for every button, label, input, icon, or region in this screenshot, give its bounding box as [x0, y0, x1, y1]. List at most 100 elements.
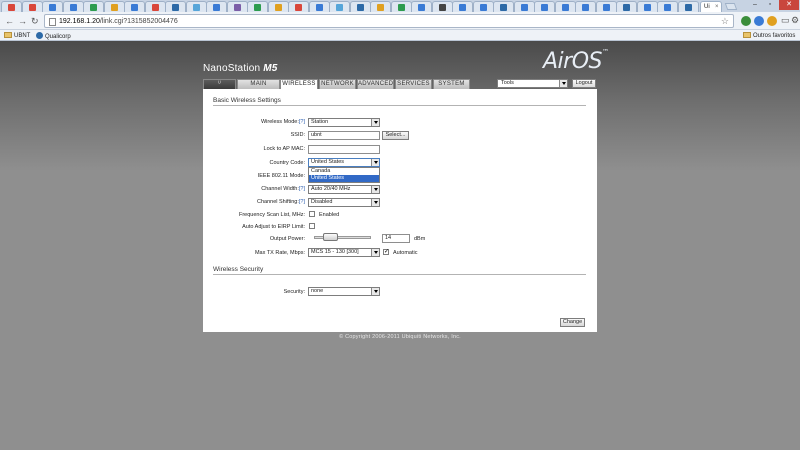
browser-tab[interactable]	[349, 1, 371, 12]
channel-width-select[interactable]: Auto 20/40 MHz	[308, 185, 380, 194]
max-tx-rate-select[interactable]: MCS 15 - 130 [300]	[308, 248, 380, 257]
channel-shifting-select[interactable]: Disabled	[308, 198, 380, 207]
tab-favicon-icon	[438, 4, 446, 11]
lock-ap-mac-label: Lock to AP MAC:	[263, 146, 305, 152]
address-bar[interactable]: 192.168.1.20/link.cgi?1315852004476 ☆	[44, 14, 734, 28]
reload-icon[interactable]: ↻	[31, 16, 39, 26]
back-icon[interactable]: ←	[5, 16, 14, 26]
browser-tab-strip: Ui × ‒ ▫ ✕	[0, 0, 800, 12]
ubnt-logo-tab[interactable]: ᵁ	[203, 79, 236, 89]
bookmark-ubnt[interactable]: UBNT	[4, 32, 30, 39]
tab-favicon-icon	[418, 4, 425, 11]
browser-tab[interactable]	[657, 1, 678, 12]
browser-tab[interactable]	[636, 1, 658, 12]
output-power-unit: dBm	[414, 236, 426, 242]
frequency-scan-enabled-label: Enabled	[319, 212, 340, 218]
tools-select[interactable]: Tools	[497, 79, 568, 88]
lock-ap-mac-input[interactable]	[308, 145, 380, 154]
browser-tab[interactable]	[431, 1, 453, 12]
browser-toolbar: ← → ↻ 192.168.1.20/link.cgi?131585200447…	[0, 12, 800, 30]
browser-tab[interactable]	[513, 1, 535, 12]
logout-button[interactable]: Logout	[572, 79, 596, 88]
browser-tab[interactable]	[575, 1, 596, 12]
browser-tab[interactable]	[677, 1, 699, 12]
browser-tab[interactable]	[21, 1, 43, 12]
browser-tab[interactable]	[288, 1, 309, 12]
browser-tab[interactable]	[1, 1, 22, 12]
minimize-button[interactable]: ‒	[748, 0, 762, 10]
browser-tab[interactable]	[103, 1, 125, 12]
browser-tab[interactable]	[124, 1, 145, 12]
active-tab[interactable]: Ui ×	[700, 1, 722, 12]
output-power-slider-thumb[interactable]	[323, 233, 338, 241]
tab-main[interactable]: MAIN	[237, 79, 280, 89]
bookmark-star-icon[interactable]: ☆	[721, 16, 729, 27]
extension-icon[interactable]	[741, 16, 751, 26]
browser-tab[interactable]	[247, 1, 268, 12]
extension-icon[interactable]	[767, 16, 777, 26]
tab-favicon-icon	[110, 4, 118, 11]
browser-tab[interactable]	[472, 1, 494, 12]
browser-tab[interactable]	[267, 1, 289, 12]
page-menu-icon[interactable]: ▭	[781, 15, 790, 25]
wrench-icon[interactable]: ⚙	[791, 15, 799, 25]
browser-tab[interactable]	[206, 1, 227, 12]
country-option-united-states[interactable]: United States	[309, 175, 379, 182]
country-option-canada[interactable]: Canada	[309, 168, 379, 175]
output-power-label: Output Power:	[269, 236, 305, 242]
output-power-input[interactable]: 14	[382, 234, 410, 243]
tab-advanced[interactable]: ADVANCED	[357, 79, 394, 89]
automatic-checkbox[interactable]	[383, 248, 389, 255]
tab-favicon-icon	[172, 4, 179, 11]
security-select[interactable]: none	[308, 287, 380, 296]
tab-favicon-icon	[233, 4, 241, 11]
browser-tab[interactable]	[83, 1, 104, 12]
tab-favicon-icon	[643, 4, 651, 11]
browser-tab[interactable]	[390, 1, 412, 12]
browser-tab[interactable]	[534, 1, 555, 12]
country-code-select[interactable]: United States	[308, 158, 380, 167]
browser-tab[interactable]	[554, 1, 576, 12]
browser-tab[interactable]	[185, 1, 207, 12]
automatic-label: Automatic	[393, 250, 418, 256]
basic-section-title: Basic Wireless Settings	[213, 97, 586, 106]
tab-system[interactable]: SYSTEM	[433, 79, 470, 89]
browser-tab[interactable]	[144, 1, 166, 12]
browser-tab[interactable]	[329, 1, 350, 12]
frequency-scan-checkbox[interactable]	[309, 211, 315, 217]
tab-close-icon[interactable]: ×	[715, 4, 719, 10]
extension-icon[interactable]	[754, 16, 764, 26]
browser-tab[interactable]	[370, 1, 391, 12]
browser-tab[interactable]	[411, 1, 432, 12]
tab-favicon-icon	[274, 4, 282, 11]
browser-tab[interactable]	[42, 1, 63, 12]
browser-tab[interactable]	[165, 1, 186, 12]
folder-icon	[4, 32, 12, 38]
browser-tab[interactable]	[493, 1, 514, 12]
bookmark-qualicorp[interactable]: Qualicorp	[36, 32, 71, 40]
browser-tab[interactable]	[595, 1, 617, 12]
browser-tab[interactable]	[616, 1, 637, 12]
maximize-button[interactable]: ▫	[763, 0, 777, 10]
browser-tab[interactable]	[308, 1, 330, 12]
tab-favicon-icon	[213, 4, 220, 11]
tab-favicon-icon	[356, 4, 364, 11]
tab-favicon-icon	[151, 4, 159, 11]
ssid-input[interactable]: ubnt	[308, 131, 380, 140]
browser-tab[interactable]	[62, 1, 84, 12]
auto-adjust-eirp-checkbox[interactable]	[309, 223, 315, 229]
change-button[interactable]: Change	[560, 318, 585, 327]
browser-tab[interactable]	[452, 1, 473, 12]
browser-tab[interactable]	[226, 1, 248, 12]
other-bookmarks[interactable]: Outros favoritos	[743, 32, 795, 39]
close-window-button[interactable]: ✕	[779, 0, 799, 10]
wireless-mode-select[interactable]: Station	[308, 118, 380, 127]
tab-network[interactable]: NETWORK	[319, 79, 356, 89]
chevron-down-icon	[559, 80, 567, 87]
select-ssid-button[interactable]: Select...	[382, 131, 409, 140]
security-section-title: Wireless Security	[213, 266, 586, 275]
forward-icon[interactable]: →	[18, 16, 27, 26]
new-tab-button[interactable]	[724, 3, 738, 10]
tab-services[interactable]: SERVICES	[395, 79, 432, 89]
auto-adjust-eirp-label: Auto Adjust to EIRP Limit:	[242, 224, 305, 230]
